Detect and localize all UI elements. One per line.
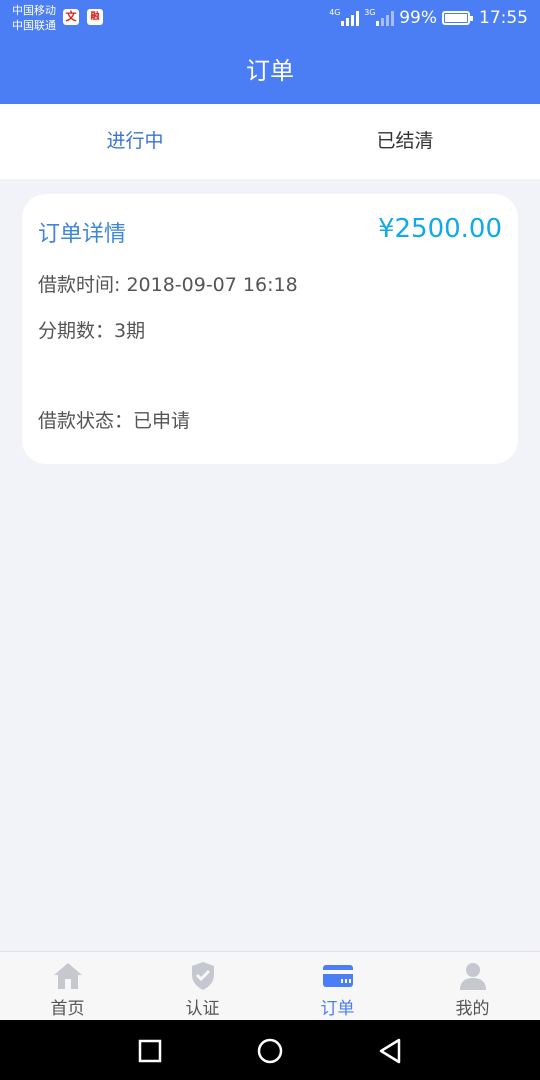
status-indicators: 4G 3G 99% 17:55 <box>329 6 528 30</box>
recents-icon[interactable] <box>135 1036 165 1066</box>
nav-label-profile: 我的 <box>455 999 490 1019</box>
installments: 分期数：3期 <box>38 320 146 342</box>
shield-check-icon <box>191 962 214 990</box>
signal-icon: 4G <box>329 8 360 26</box>
home-button-icon[interactable] <box>255 1036 285 1066</box>
notification-app-icon-2: 融 <box>87 9 103 25</box>
status-bar: 中国移动 中国联通 文 融 4G 3G 99% 17:55 <box>0 0 540 38</box>
nav-label-orders: 订单 <box>320 999 355 1019</box>
page-title: 订单 <box>246 57 294 85</box>
order-card[interactable]: 订单详情 ¥2500.00 借款时间: 2018-09-07 16:18 分期数… <box>22 194 518 464</box>
tab-settled[interactable]: 已结清 <box>270 104 540 179</box>
battery-icon <box>442 11 473 25</box>
loan-time: 借款时间: 2018-09-07 16:18 <box>38 274 298 296</box>
nav-label-verify: 认证 <box>185 999 220 1019</box>
battery-percent: 99% <box>399 8 437 28</box>
signal-icon-2: 3G <box>364 8 395 26</box>
loan-status: 借款状态：已申请 <box>38 410 191 432</box>
nav-item-home[interactable]: 首页 <box>0 952 135 1020</box>
nav-label-home: 首页 <box>50 999 85 1019</box>
carrier-info: 中国移动 中国联通 <box>12 3 56 33</box>
order-tabs: 进行中 已结清 <box>0 104 540 179</box>
tab-in-progress[interactable]: 进行中 <box>0 104 270 179</box>
card-icon <box>322 965 353 987</box>
clock: 17:55 <box>479 8 528 28</box>
carrier-2: 中国联通 <box>12 19 56 32</box>
notification-app-icon: 文 <box>63 9 79 25</box>
system-nav-bar <box>0 1020 540 1080</box>
nav-item-orders[interactable]: 订单 <box>270 952 405 1020</box>
carrier-1: 中国移动 <box>12 4 56 17</box>
order-amount: ¥2500.00 <box>377 214 502 244</box>
user-icon <box>459 963 486 990</box>
bottom-nav: 首页 认证 订单 我的 <box>0 951 540 1020</box>
network-type-2: 3G <box>364 8 376 17</box>
nav-item-verify[interactable]: 认证 <box>135 952 270 1020</box>
network-type-1: 4G <box>329 8 341 17</box>
home-icon <box>53 963 82 989</box>
back-icon[interactable] <box>375 1036 405 1066</box>
nav-item-profile[interactable]: 我的 <box>405 952 540 1020</box>
app-header: 订单 <box>0 38 540 104</box>
order-detail-title: 订单详情 <box>38 222 127 247</box>
